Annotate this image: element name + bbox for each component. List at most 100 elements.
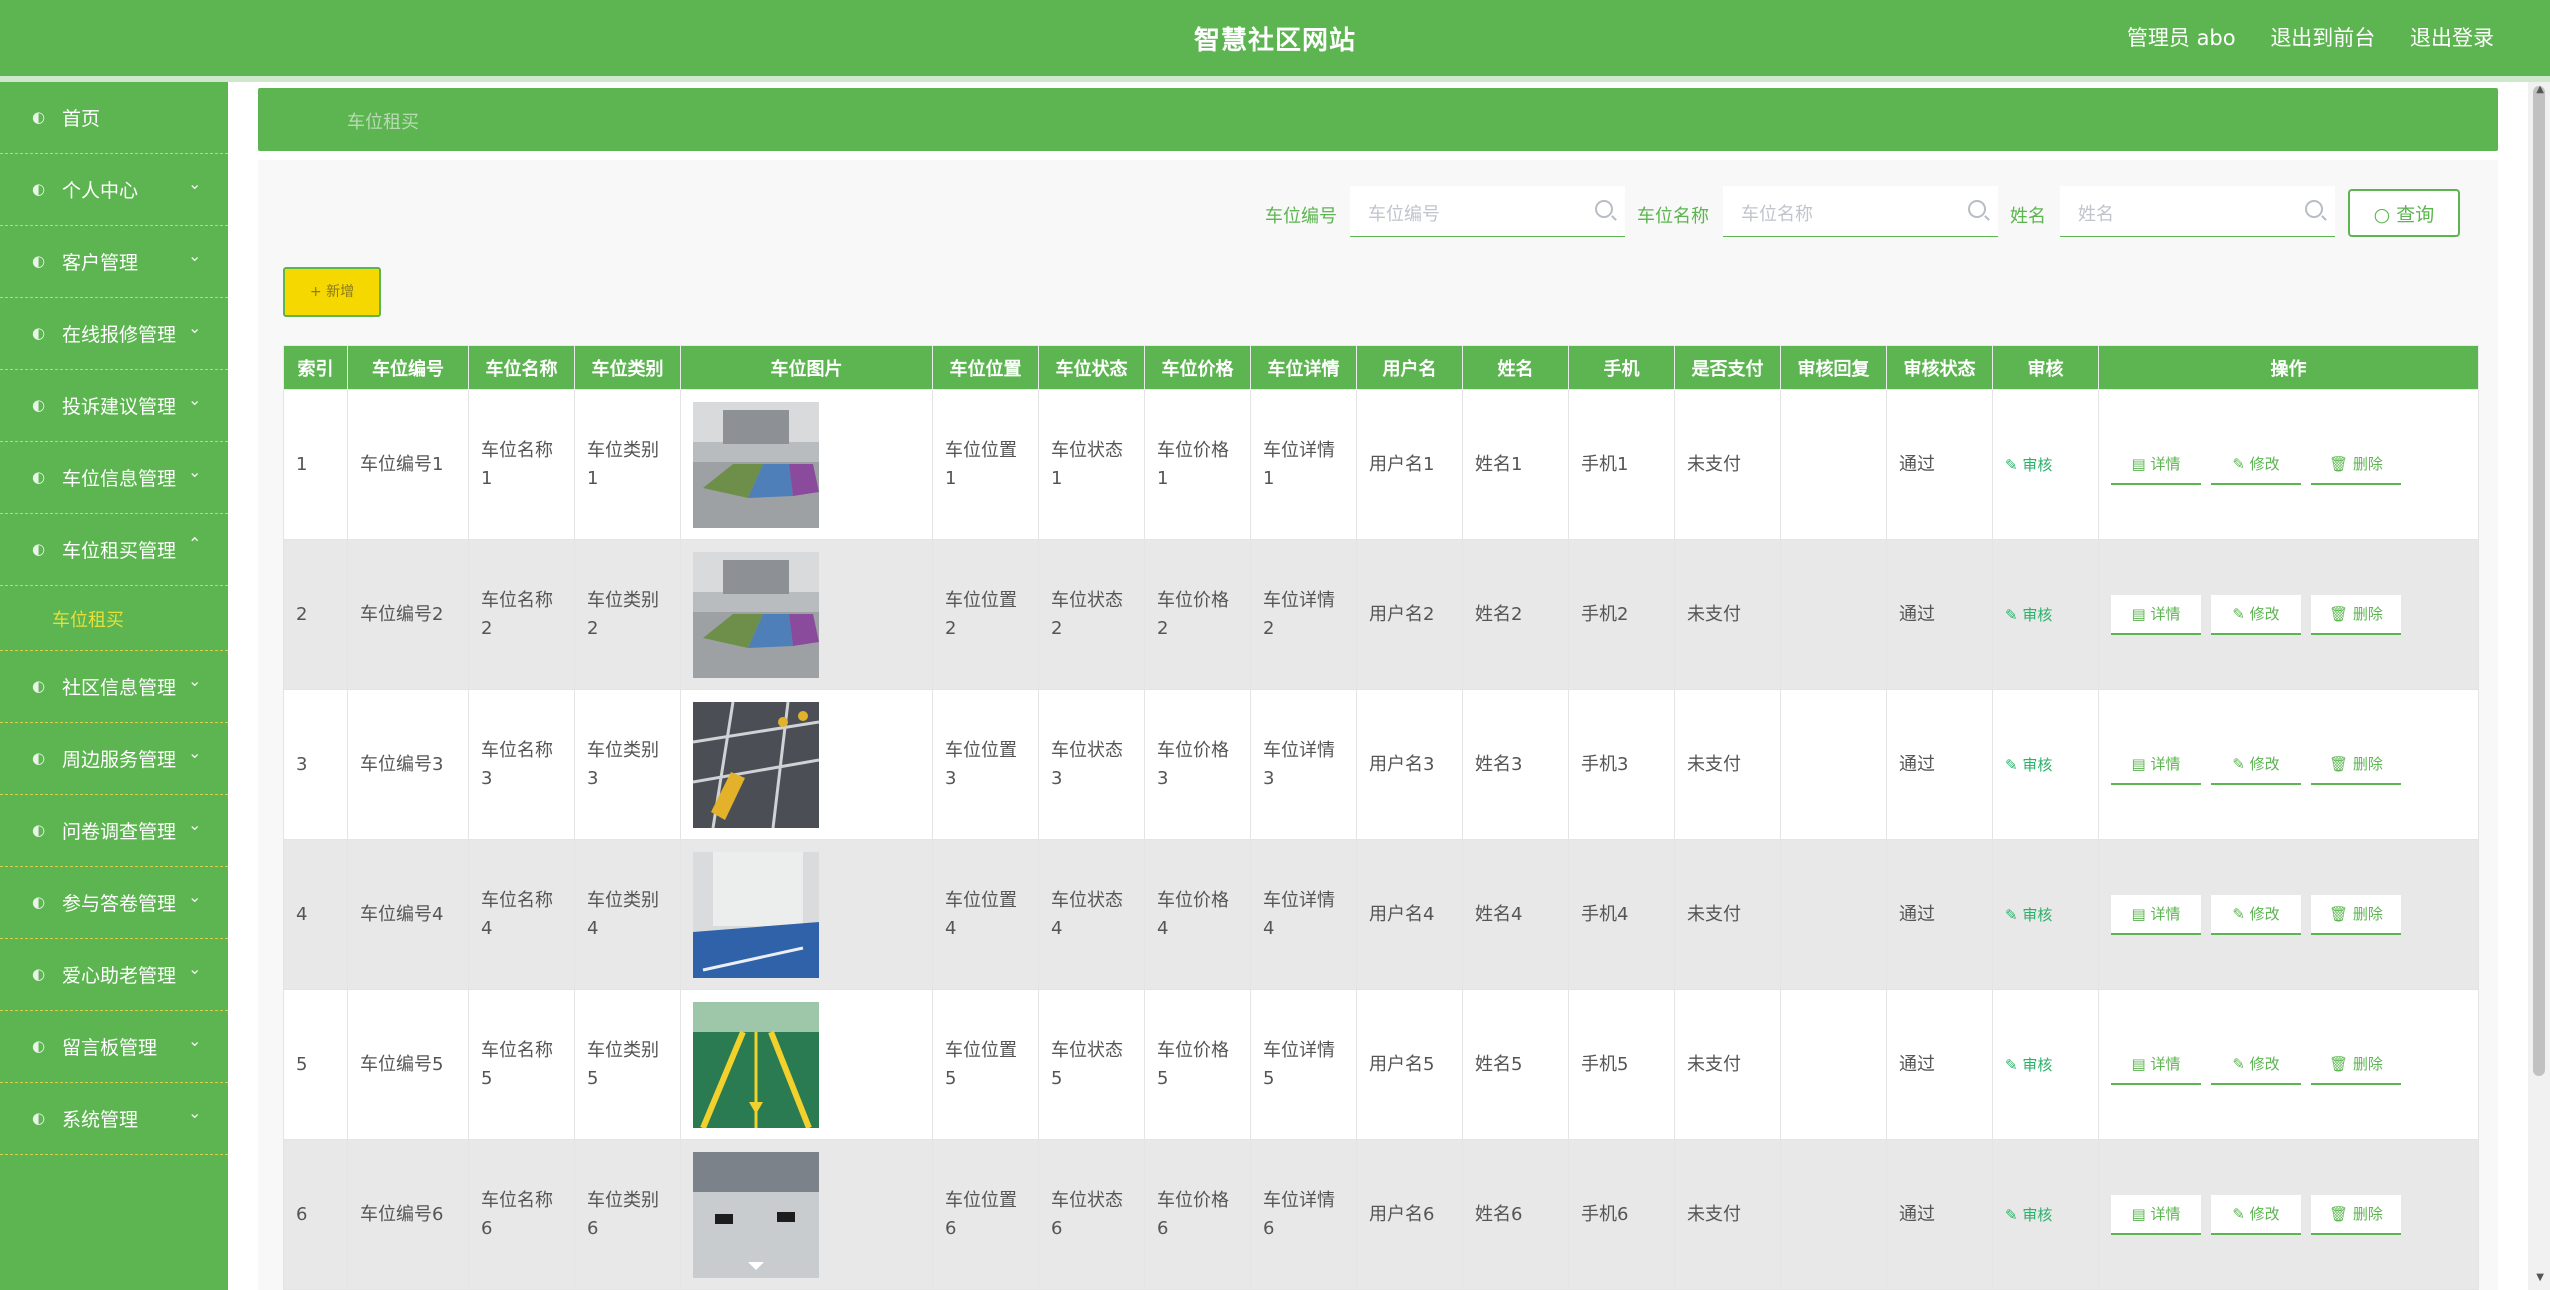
sidebar-item[interactable]: ◐ 社区信息管理 ⌄	[0, 651, 228, 723]
sidebar-item[interactable]: ◐ 问卷调查管理 ⌄	[0, 795, 228, 867]
sidebar-item[interactable]: ◐ 车位租买管理 ⌃	[0, 514, 228, 586]
parking-rent-icon: ◐	[32, 540, 46, 558]
cell-reply	[1780, 689, 1887, 840]
breadcrumb[interactable]: 车位租买	[347, 108, 419, 134]
scroll-up-icon[interactable]: ▲	[2536, 84, 2544, 95]
sidebar-item[interactable]: ◐ 首页	[0, 82, 228, 154]
scroll-down-icon[interactable]: ▼	[2536, 1272, 2544, 1283]
sidebar-item[interactable]: ◐ 爱心助老管理 ⌄	[0, 939, 228, 1011]
trash-icon: 🗑	[2329, 754, 2353, 773]
delete-button[interactable]: 🗑 删除	[2311, 744, 2401, 785]
sidebar-item-label: 客户管理	[62, 252, 139, 274]
sidebar-item[interactable]: ◐ 个人中心 ⌄	[0, 154, 228, 226]
sidebar-item[interactable]: ◐ 留言板管理 ⌄	[0, 1011, 228, 1083]
cell-code: 车位编号6	[347, 1139, 469, 1290]
search-input-name[interactable]: 车位名称	[1723, 186, 1998, 237]
delete-button[interactable]: 🗑 删除	[2311, 594, 2401, 635]
edit-button[interactable]: ✎ 修改	[2211, 744, 2301, 785]
column-header: 车位状态	[1038, 345, 1145, 390]
cell-category: 车位类别 6	[574, 1139, 681, 1290]
audit-link[interactable]: ✎ 审核	[2005, 606, 2052, 624]
cell-phone: 手机3	[1568, 689, 1675, 840]
sidebar-subitem-parking-rent[interactable]: 车位租买	[0, 586, 228, 651]
detail-button[interactable]: ▤ 详情	[2111, 444, 2201, 485]
sidebar-item[interactable]: ◐ 客户管理 ⌄	[0, 226, 228, 298]
cell-reply	[1780, 539, 1887, 690]
table-row: 1 车位编号1 车位名称 1 车位类别 1 车位位置 1 车位状态 1 车位价格 1 车位详情…	[283, 389, 2479, 540]
edit-button[interactable]: ✎ 修改	[2211, 1044, 2301, 1085]
cell-image	[680, 389, 933, 540]
delete-button[interactable]: 🗑 删除	[2311, 444, 2401, 485]
detail-button[interactable]: ▤ 详情	[2111, 1194, 2201, 1235]
edit-label: 修改	[2249, 604, 2280, 623]
audit-link[interactable]: ✎ 审核	[2005, 906, 2052, 924]
cell-detail: 车位详情 1	[1250, 389, 1357, 540]
admin-name[interactable]: 管理员 abo	[2127, 26, 2236, 50]
audit-link[interactable]: ✎ 审核	[2005, 756, 2052, 774]
cell-paid: 未支付	[1674, 989, 1781, 1140]
edit-icon: ✎	[2232, 904, 2250, 923]
detail-button[interactable]: ▤ 详情	[2111, 1044, 2201, 1085]
query-button[interactable]: ○ 查询	[2348, 189, 2460, 237]
logout-link[interactable]: 退出登录	[2410, 26, 2494, 50]
sidebar-item[interactable]: ◐ 系统管理 ⌄	[0, 1083, 228, 1155]
edit-button[interactable]: ✎ 修改	[2211, 1194, 2301, 1235]
cell-actions: ▤ 详情 ✎ 修改 🗑 删除	[2098, 989, 2479, 1140]
sidebar-item[interactable]: ◐ 周边服务管理 ⌄	[0, 723, 228, 795]
detail-button[interactable]: ▤ 详情	[2111, 594, 2201, 635]
cell-status: 车位状态 5	[1038, 989, 1145, 1140]
cell-actions: ▤ 详情 ✎ 修改 🗑 删除	[2098, 389, 2479, 540]
cell-name: 车位名称 2	[468, 539, 575, 690]
edit-button[interactable]: ✎ 修改	[2211, 894, 2301, 935]
delete-button[interactable]: 🗑 删除	[2311, 1194, 2401, 1235]
audit-link[interactable]: ✎ 审核	[2005, 1056, 2052, 1074]
cell-actions: ▤ 详情 ✎ 修改 🗑 删除	[2098, 1139, 2479, 1290]
document-icon: ▤	[2131, 454, 2151, 473]
add-button[interactable]: + 新增	[283, 267, 381, 317]
sidebar-item-label: 参与答卷管理	[62, 893, 177, 915]
parking-photo	[693, 1151, 819, 1278]
edit-icon: ✎	[2232, 754, 2250, 773]
table-row: 5 车位编号5 车位名称 5 车位类别 5 车位位置 5 车位状态 5 车位价格 5 车位详情…	[283, 989, 2479, 1140]
edit-icon: ✎	[2005, 605, 2023, 624]
audit-link[interactable]: ✎ 审核	[2005, 1206, 2052, 1224]
sidebar-item-label: 爱心助老管理	[62, 965, 177, 987]
delete-button[interactable]: 🗑 删除	[2311, 894, 2401, 935]
audit-link[interactable]: ✎ 审核	[2005, 456, 2052, 474]
chevron-icon: ⌄	[188, 174, 202, 193]
parking-photo	[693, 1001, 819, 1128]
chevron-icon: ⌄	[188, 318, 202, 337]
detail-label: 详情	[2150, 1054, 2181, 1073]
search-input-code[interactable]: 车位编号	[1350, 186, 1625, 237]
cell-realname: 姓名2	[1462, 539, 1569, 690]
delete-label: 删除	[2352, 1204, 2383, 1223]
edit-button[interactable]: ✎ 修改	[2211, 594, 2301, 635]
cell-name: 车位名称 4	[468, 839, 575, 990]
search-input-person[interactable]: 姓名	[2060, 186, 2335, 237]
chevron-icon: ⌄	[188, 671, 202, 690]
sidebar-item[interactable]: ◐ 车位信息管理 ⌄	[0, 442, 228, 514]
search-label-code: 车位编号	[1265, 206, 1337, 227]
cell-code: 车位编号3	[347, 689, 469, 840]
detail-button[interactable]: ▤ 详情	[2111, 744, 2201, 785]
audit-link-label: 审核	[2022, 755, 2053, 774]
sidebar-item[interactable]: ◐ 在线报修管理 ⌄	[0, 298, 228, 370]
sidebar: ◐ 首页 ◐ 个人中心 ⌄ ◐ 客户管理 ⌄ ◐ 在线报修管理 ⌄ ◐ 投诉建议管理 ⌄ ◐ 车位信息管理 ⌄ ◐…	[0, 82, 228, 1290]
cell-username: 用户名2	[1356, 539, 1463, 690]
detail-button[interactable]: ▤ 详情	[2111, 894, 2201, 935]
scrollbar-thumb[interactable]	[2533, 86, 2545, 1076]
sidebar-item[interactable]: ◐ 参与答卷管理 ⌄	[0, 867, 228, 939]
edit-icon: ✎	[2232, 1054, 2250, 1073]
edit-button[interactable]: ✎ 修改	[2211, 444, 2301, 485]
table-row: 6 车位编号6 车位名称 6 车位类别 6 车位位置 6 车位状态 6 车位价格 6 车位详情…	[283, 1139, 2479, 1290]
cell-realname: 姓名1	[1462, 389, 1569, 540]
cell-phone: 手机2	[1568, 539, 1675, 690]
top-header: 智慧社区网站 管理员 abo 退出到前台 退出登录	[0, 0, 2550, 82]
cell-reply	[1780, 839, 1887, 990]
cell-detail: 车位详情 2	[1250, 539, 1357, 690]
sidebar-item[interactable]: ◐ 投诉建议管理 ⌄	[0, 370, 228, 442]
cell-index: 4	[283, 839, 348, 990]
table-row: 4 车位编号4 车位名称 4 车位类别 4 车位位置 4 车位状态 4 车位价格 4 车位详情…	[283, 839, 2479, 990]
delete-button[interactable]: 🗑 删除	[2311, 1044, 2401, 1085]
front-link[interactable]: 退出到前台	[2270, 26, 2375, 50]
